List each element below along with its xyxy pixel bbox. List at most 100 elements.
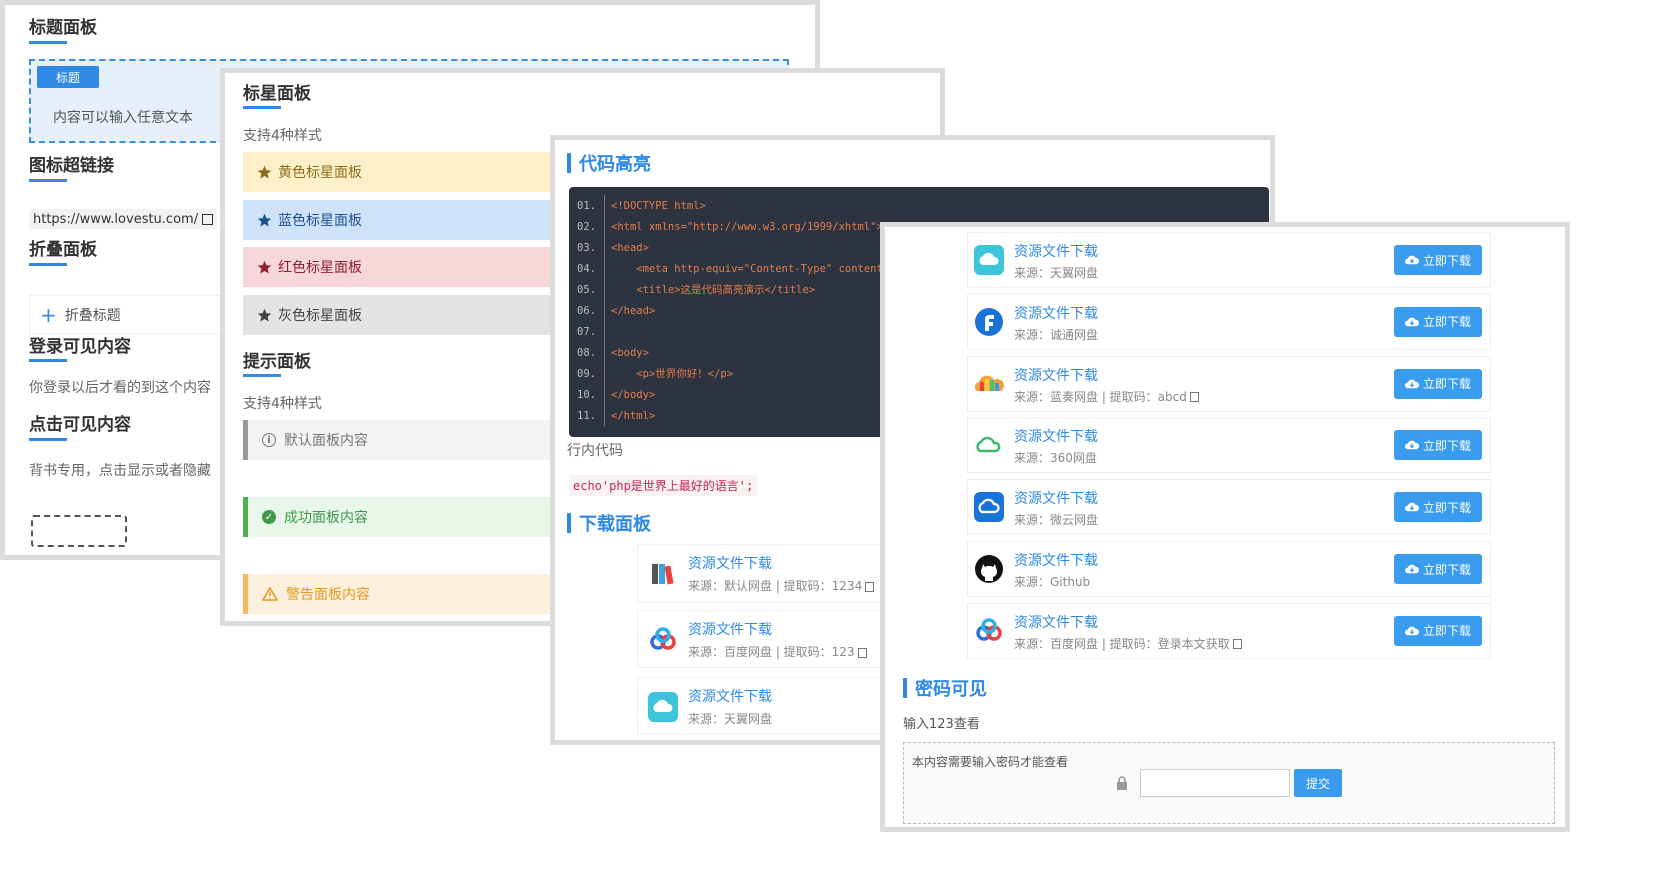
download-title[interactable]: 资源文件下载	[1014, 241, 1098, 261]
tip-panel-item: i 默认面板内容	[243, 420, 563, 460]
download-panel-heading: 下载面板	[567, 510, 651, 536]
download-title[interactable]: 资源文件下载	[1014, 426, 1098, 446]
star-panel-item: 灰色标星面板	[243, 295, 563, 335]
code-text: </head>	[611, 304, 656, 317]
tianyi-cloud-icon	[648, 692, 678, 722]
heading-underline	[29, 263, 67, 266]
download-button[interactable]: 立即下载	[1394, 368, 1482, 399]
download-item: 资源文件下载来源：蓝奏网盘 | 提取码：abcd 立即下载	[967, 355, 1491, 412]
download-source: 来源：蓝奏网盘 | 提取码：abcd	[1014, 388, 1199, 405]
code-text: <html xmlns="http://www.w3.org/1999/xhtm…	[611, 220, 883, 233]
heading-underline	[29, 179, 67, 182]
download-source: 来源：Github	[1014, 575, 1091, 589]
external-link-icon	[202, 213, 214, 225]
github-icon	[974, 554, 1004, 584]
code-text: </body>	[611, 388, 656, 401]
code-text: <meta http-equiv="Content-Type" content=…	[611, 262, 902, 275]
code-line: 01. <!DOCTYPE html>	[569, 195, 1269, 216]
tip-panel-item: 警告面板内容	[243, 574, 563, 614]
tip-panel-heading: 提示面板	[243, 352, 311, 372]
download-title[interactable]: 资源文件下载	[1014, 303, 1098, 323]
code-text: <p>世界你好！</p>	[611, 368, 734, 380]
weiyun-icon	[974, 492, 1004, 523]
copy-icon[interactable]	[865, 581, 875, 592]
download-title[interactable]: 资源文件下载	[1014, 488, 1098, 508]
heading-underline	[243, 374, 281, 377]
download-source: 来源：天翼网盘	[1014, 266, 1099, 280]
star-panel-item: 黄色标星面板	[243, 152, 563, 192]
download-source: 来源：360网盘	[1014, 451, 1097, 466]
code-text: <head>	[611, 241, 649, 254]
star-icon	[257, 165, 272, 178]
star-panel-label: 蓝色标星面板	[278, 213, 362, 229]
star-panel-subtitle: 支持4种样式	[243, 128, 322, 144]
heading-underline	[243, 106, 281, 109]
line-number: 04.	[569, 258, 605, 279]
warning-icon	[262, 587, 278, 601]
cloud-download-icon	[1405, 502, 1419, 512]
download-item: 资源文件下载来源：天翼网盘 立即下载	[967, 232, 1491, 288]
download-button[interactable]: 立即下载	[1394, 430, 1482, 461]
download-title[interactable]: 资源文件下载	[1014, 550, 1098, 570]
download-button[interactable]: 立即下载	[1394, 554, 1482, 584]
copy-icon[interactable]	[1189, 392, 1199, 403]
click-reveal-button[interactable]	[31, 515, 127, 547]
inline-code: echo'php是世界上最好的语言';	[569, 475, 758, 496]
download-title[interactable]: 资源文件下载	[688, 619, 772, 639]
line-number: 03.	[569, 237, 605, 258]
copy-icon[interactable]	[857, 647, 867, 658]
chengtong-icon	[974, 307, 1004, 337]
cloud-download-icon	[1405, 564, 1419, 574]
fold-panel-heading: 折叠面板	[29, 240, 97, 260]
star-icon	[257, 213, 272, 226]
fold-panel-item[interactable]: + 折叠标题	[29, 295, 249, 335]
star-panel-label: 红色标星面板	[278, 260, 362, 276]
download-button[interactable]: 立即下载	[1394, 615, 1482, 646]
login-content-text: 你登录以后才看的到这个内容	[29, 380, 211, 396]
download-item: 资源文件下载 来源：诚通网盘 立即下载	[967, 293, 1491, 350]
cloud-download-icon	[1405, 379, 1419, 388]
heading-underline	[29, 41, 67, 44]
cloud-download-icon	[1405, 255, 1419, 265]
tip-panel-item: ✓ 成功面板内容	[243, 497, 563, 537]
lanzou-cloud-icon	[974, 369, 1005, 399]
download-title[interactable]: 资源文件下载	[1014, 612, 1098, 632]
inline-code-label: 行内代码	[567, 443, 623, 459]
check-circle-icon: ✓	[262, 510, 276, 524]
tip-panel-label: 成功面板内容	[284, 510, 368, 526]
title-panel-text: 内容可以输入任意文本	[53, 110, 193, 126]
icon-link-url: https://www.lovestu.com/	[33, 211, 199, 227]
tianyi-cloud-icon	[974, 245, 1004, 275]
download-button[interactable]: 立即下载	[1394, 492, 1482, 523]
download-button[interactable]: 立即下载	[1394, 245, 1482, 275]
download-item: 资源文件下载来源：百度网盘 | 提取码：123	[637, 610, 897, 668]
password-hint: 输入123查看	[903, 717, 980, 732]
icon-link-heading: 图标超链接	[29, 156, 114, 176]
password-input[interactable]	[1140, 769, 1290, 797]
title-tag: 标题	[37, 66, 99, 88]
line-number: 07.	[569, 321, 605, 342]
download-title[interactable]: 资源文件下载	[688, 553, 772, 573]
line-number: 02.	[569, 216, 605, 237]
star-panel-heading: 标星面板	[243, 84, 311, 104]
star-icon	[257, 260, 272, 273]
password-note: 本内容需要输入密码才能查看	[912, 755, 1069, 769]
code-text: <!DOCTYPE html>	[611, 199, 706, 212]
download-source: 来源：天翼网盘	[688, 712, 773, 726]
submit-button[interactable]: 提交	[1294, 769, 1342, 797]
download-title[interactable]: 资源文件下载	[1014, 365, 1098, 385]
password-box: 本内容需要输入密码才能查看 提交	[903, 742, 1555, 824]
copy-icon[interactable]	[1232, 639, 1242, 650]
heading-underline	[29, 438, 67, 441]
cloud-download-icon	[1405, 317, 1419, 326]
icon-link[interactable]: https://www.lovestu.com/	[29, 209, 218, 229]
baidu-cloud-icon	[974, 616, 1004, 646]
star-panel-label: 黄色标星面板	[278, 165, 362, 181]
click-content-text: 背书专用，点击显示或者隐藏	[29, 463, 211, 479]
line-number: 11.	[569, 405, 605, 426]
code-highlight-heading: 代码高亮	[567, 150, 651, 176]
download-source: 来源：百度网盘 | 提取码：123	[688, 643, 867, 660]
download-title[interactable]: 资源文件下载	[688, 686, 772, 706]
download-button[interactable]: 立即下载	[1394, 306, 1482, 337]
360-cloud-icon	[974, 430, 1004, 460]
